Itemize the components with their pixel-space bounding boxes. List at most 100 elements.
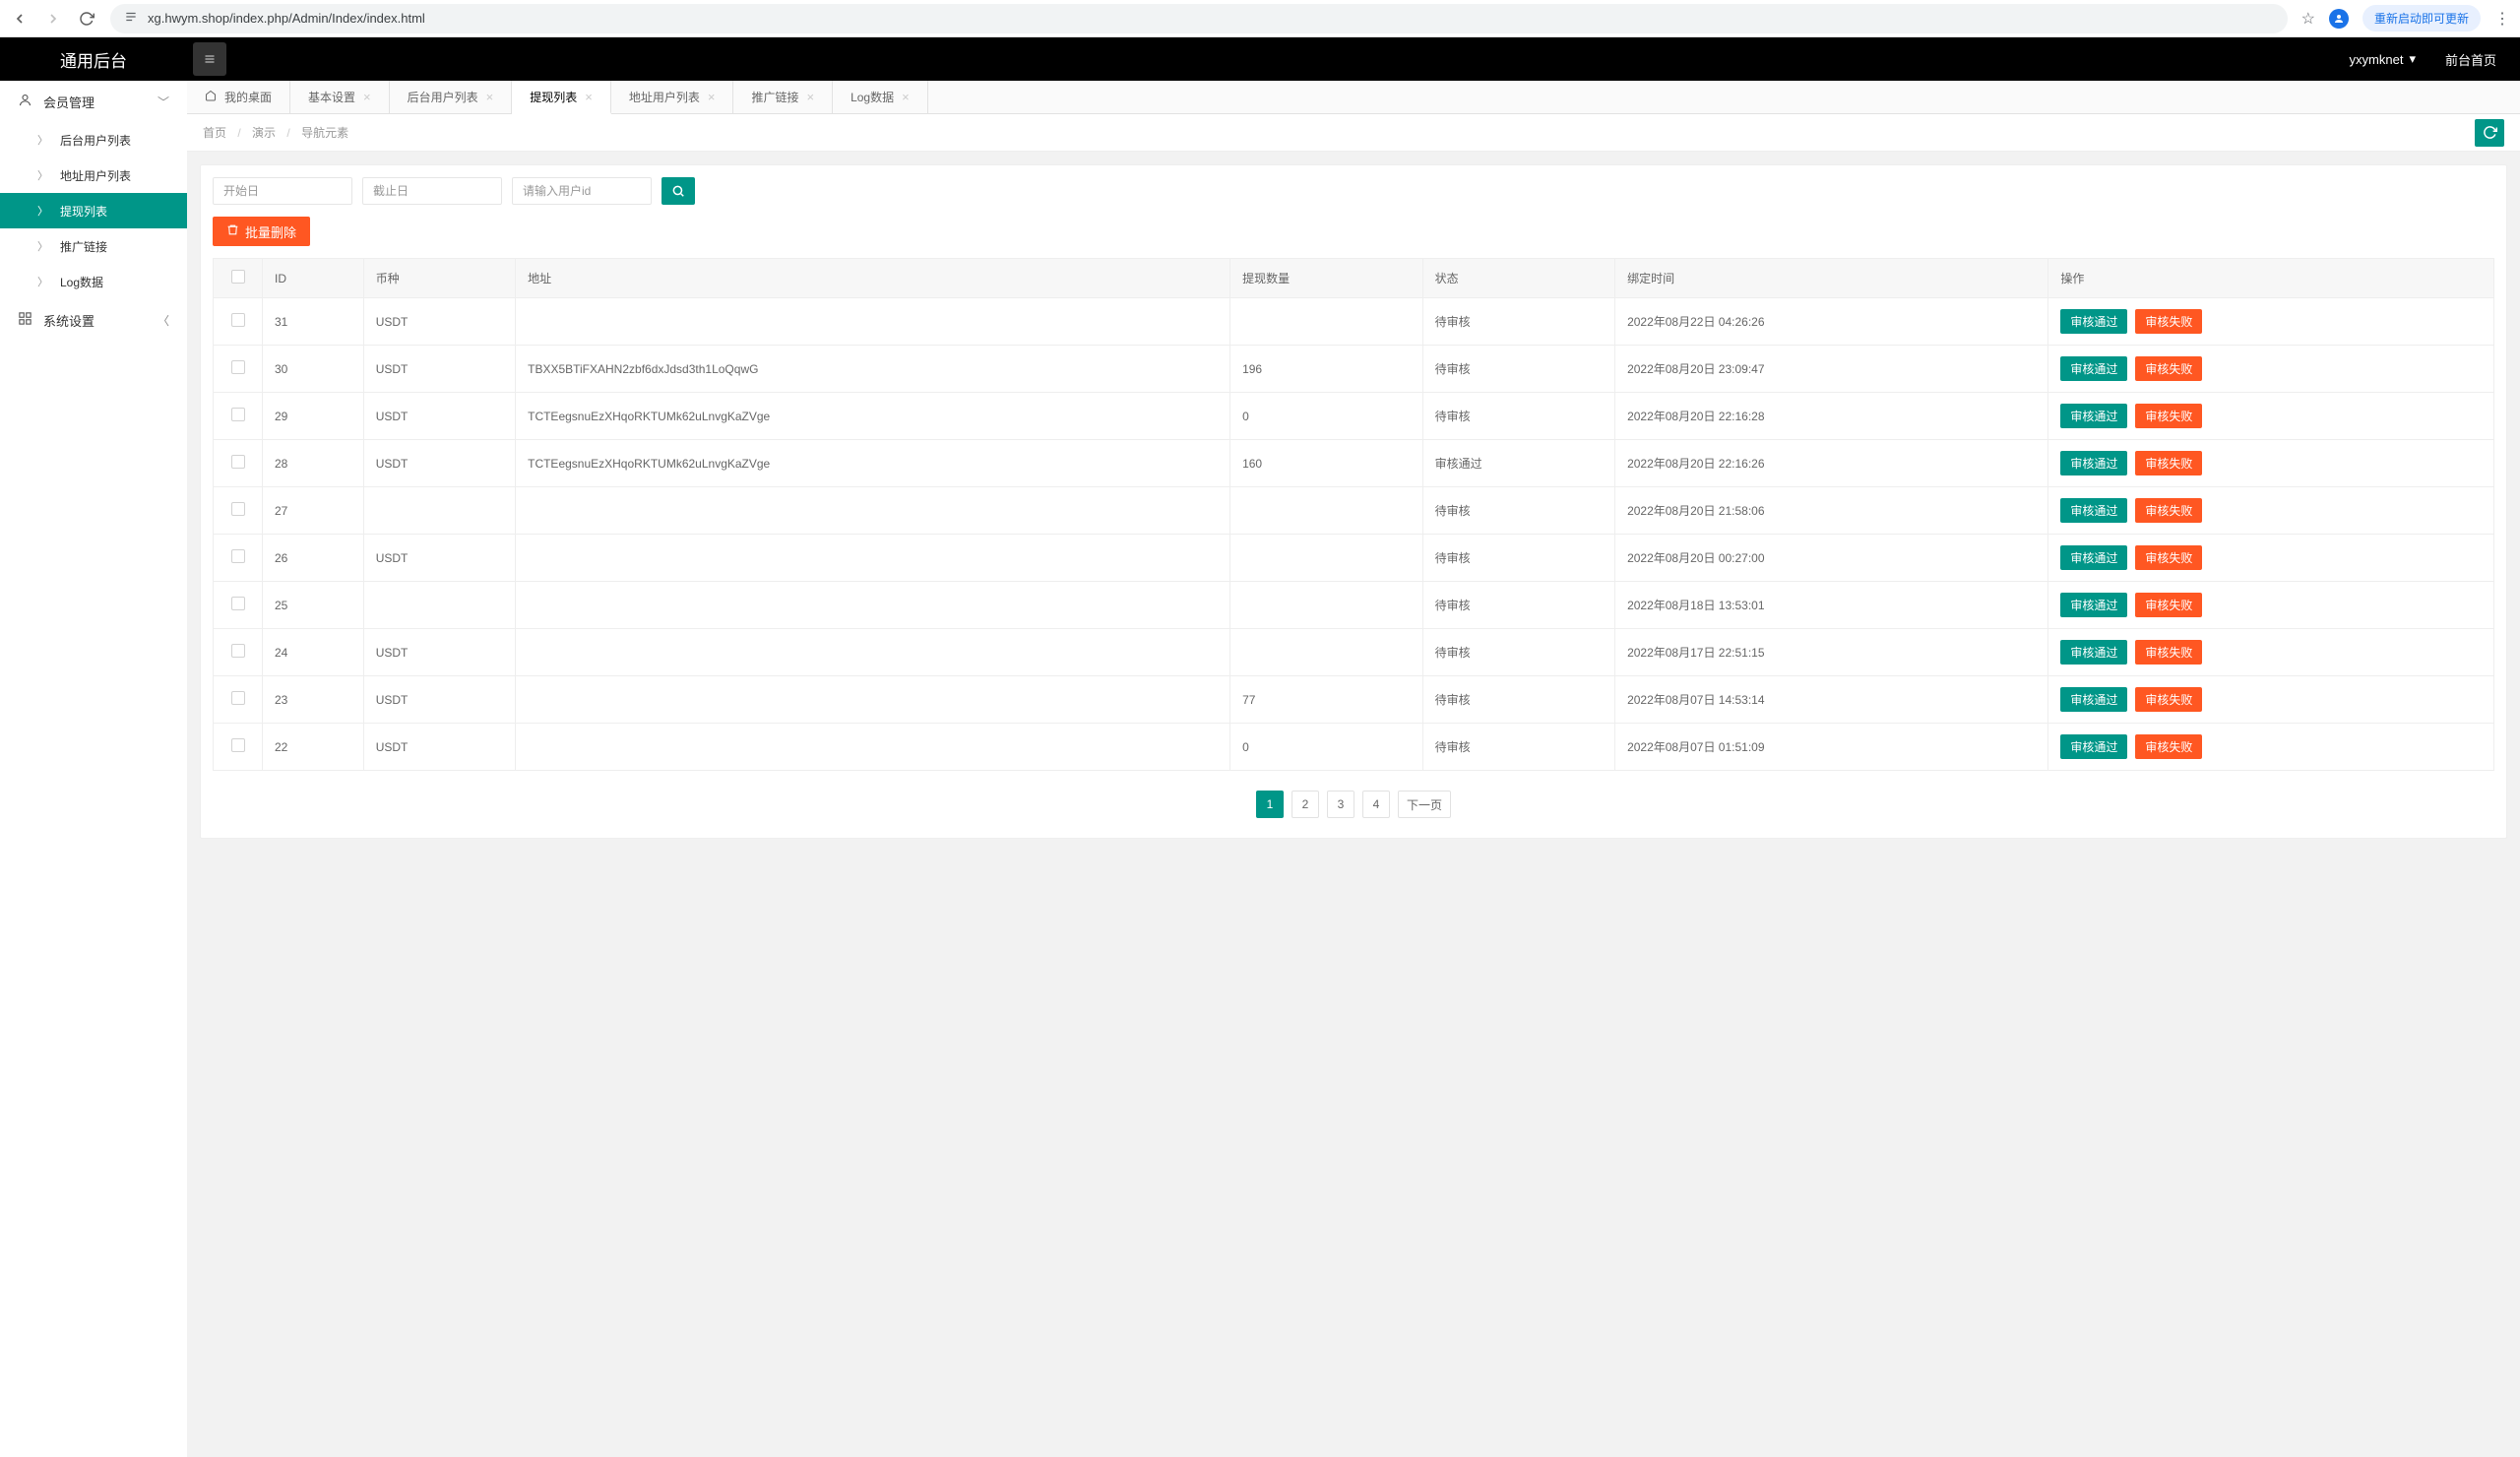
col-addr: 地址 bbox=[516, 259, 1230, 298]
approve-button[interactable]: 审核通过 bbox=[2060, 498, 2127, 523]
sidebar-group-system[interactable]: 系统设置 〈 bbox=[0, 299, 187, 341]
back-button[interactable] bbox=[10, 9, 30, 29]
sidebar-group-member[interactable]: 会员管理 ﹀ bbox=[0, 81, 187, 122]
reject-button[interactable]: 审核失败 bbox=[2135, 734, 2202, 759]
crumb-item[interactable]: 演示 bbox=[252, 126, 276, 140]
kebab-menu-icon[interactable]: ⋮ bbox=[2494, 9, 2510, 29]
tab[interactable]: 地址用户列表× bbox=[611, 81, 734, 113]
tab[interactable]: 我的桌面 bbox=[187, 81, 290, 113]
tab[interactable]: 推广链接 × bbox=[733, 81, 833, 113]
page-button[interactable]: 1 bbox=[1256, 791, 1284, 818]
chevron-right-icon: 〉 bbox=[37, 167, 48, 183]
refresh-button[interactable] bbox=[2475, 119, 2504, 147]
table-row: 26USDT待审核2022年08月20日 00:27:00审核通过审核失败 bbox=[214, 535, 2494, 582]
search-button[interactable] bbox=[662, 177, 695, 205]
cell-coin bbox=[363, 487, 515, 535]
reject-button[interactable]: 审核失败 bbox=[2135, 640, 2202, 665]
page-button[interactable]: 4 bbox=[1362, 791, 1390, 818]
table-row: 25待审核2022年08月18日 13:53:01审核通过审核失败 bbox=[214, 582, 2494, 629]
tab-label: Log数据 bbox=[850, 89, 894, 105]
chevron-right-icon: 〉 bbox=[37, 238, 48, 254]
close-icon[interactable]: × bbox=[363, 90, 371, 104]
row-checkbox[interactable] bbox=[231, 455, 245, 469]
sidebar-item[interactable]: 〉提现列表 bbox=[0, 193, 187, 228]
sidebar-item[interactable]: 〉地址用户列表 bbox=[0, 158, 187, 193]
row-checkbox[interactable] bbox=[231, 408, 245, 421]
reject-button[interactable]: 审核失败 bbox=[2135, 356, 2202, 381]
page-button[interactable]: 3 bbox=[1327, 791, 1354, 818]
batch-delete-button[interactable]: 批量删除 bbox=[213, 217, 310, 246]
approve-button[interactable]: 审核通过 bbox=[2060, 640, 2127, 665]
cell-time: 2022年08月20日 22:16:26 bbox=[1615, 440, 2048, 487]
row-checkbox[interactable] bbox=[231, 502, 245, 516]
url-text: xg.hwym.shop/index.php/Admin/Index/index… bbox=[148, 11, 425, 26]
tab-label: 后台用户列表 bbox=[408, 89, 478, 105]
table-row: 23USDT77待审核2022年08月07日 14:53:14审核通过审核失败 bbox=[214, 676, 2494, 724]
reject-button[interactable]: 审核失败 bbox=[2135, 593, 2202, 617]
sidebar-item[interactable]: 〉后台用户列表 bbox=[0, 122, 187, 158]
tab[interactable]: 基本设置× bbox=[290, 81, 390, 113]
chevron-left-icon: 〈 bbox=[158, 312, 169, 329]
browser-chrome: xg.hwym.shop/index.php/Admin/Index/index… bbox=[0, 0, 2520, 37]
tab[interactable]: 后台用户列表 × bbox=[390, 81, 513, 113]
reject-button[interactable]: 审核失败 bbox=[2135, 309, 2202, 334]
cell-status: 待审核 bbox=[1422, 346, 1615, 393]
approve-button[interactable]: 审核通过 bbox=[2060, 687, 2127, 712]
reject-button[interactable]: 审核失败 bbox=[2135, 545, 2202, 570]
close-icon[interactable]: × bbox=[486, 90, 494, 104]
approve-button[interactable]: 审核通过 bbox=[2060, 356, 2127, 381]
approve-button[interactable]: 审核通过 bbox=[2060, 309, 2127, 334]
reload-button[interactable] bbox=[77, 9, 96, 29]
row-checkbox[interactable] bbox=[231, 313, 245, 327]
site-info-icon[interactable] bbox=[124, 10, 138, 27]
sidebar-toggle[interactable] bbox=[193, 42, 226, 76]
forward-button[interactable] bbox=[43, 9, 63, 29]
tab-label: 推广链接 bbox=[751, 89, 798, 105]
approve-button[interactable]: 审核通过 bbox=[2060, 734, 2127, 759]
page-button[interactable]: 2 bbox=[1292, 791, 1319, 818]
tab[interactable]: Log数据 × bbox=[833, 81, 928, 113]
crumb-item[interactable]: 首页 bbox=[203, 126, 226, 140]
cell-id: 22 bbox=[263, 724, 364, 771]
sidebar-item[interactable]: 〉Log数据 bbox=[0, 264, 187, 299]
tab-bar: 我的桌面基本设置×后台用户列表×提现列表×地址用户列表×推广链接×Log数据× bbox=[187, 81, 2520, 114]
approve-button[interactable]: 审核通过 bbox=[2060, 404, 2127, 428]
cell-qty bbox=[1230, 298, 1423, 346]
close-icon[interactable]: × bbox=[585, 90, 593, 104]
user-dropdown[interactable]: yxymknet ▾ bbox=[2350, 51, 2416, 67]
update-pill[interactable]: 重新启动即可更新 bbox=[2362, 5, 2481, 32]
approve-button[interactable]: 审核通过 bbox=[2060, 451, 2127, 475]
reject-button[interactable]: 审核失败 bbox=[2135, 687, 2202, 712]
end-date-input[interactable] bbox=[362, 177, 502, 205]
row-checkbox[interactable] bbox=[231, 691, 245, 705]
select-all-checkbox[interactable] bbox=[231, 270, 245, 284]
reject-button[interactable]: 审核失败 bbox=[2135, 498, 2202, 523]
tab[interactable]: 提现列表× bbox=[512, 81, 611, 114]
close-icon[interactable]: × bbox=[902, 90, 910, 104]
cell-time: 2022年08月07日 14:53:14 bbox=[1615, 676, 2048, 724]
close-icon[interactable]: × bbox=[708, 90, 716, 104]
bookmark-icon[interactable]: ☆ bbox=[2301, 9, 2315, 29]
profile-icon[interactable] bbox=[2329, 9, 2349, 29]
sidebar-group-label: 系统设置 bbox=[43, 311, 94, 330]
cell-id: 24 bbox=[263, 629, 364, 676]
user-id-input[interactable] bbox=[512, 177, 652, 205]
reject-button[interactable]: 审核失败 bbox=[2135, 404, 2202, 428]
cell-time: 2022年08月18日 13:53:01 bbox=[1615, 582, 2048, 629]
front-home-link[interactable]: 前台首页 bbox=[2445, 50, 2496, 69]
row-checkbox[interactable] bbox=[231, 644, 245, 658]
row-checkbox[interactable] bbox=[231, 597, 245, 610]
approve-button[interactable]: 审核通过 bbox=[2060, 545, 2127, 570]
start-date-input[interactable] bbox=[213, 177, 352, 205]
sidebar-item[interactable]: 〉推广链接 bbox=[0, 228, 187, 264]
url-bar[interactable]: xg.hwym.shop/index.php/Admin/Index/index… bbox=[110, 4, 2288, 33]
app-header: 通用后台 yxymknet ▾ 前台首页 bbox=[0, 37, 2520, 81]
next-page-button[interactable]: 下一页 bbox=[1398, 791, 1451, 818]
close-icon[interactable]: × bbox=[806, 90, 814, 104]
approve-button[interactable]: 审核通过 bbox=[2060, 593, 2127, 617]
row-checkbox[interactable] bbox=[231, 549, 245, 563]
cell-coin: USDT bbox=[363, 298, 515, 346]
row-checkbox[interactable] bbox=[231, 360, 245, 374]
row-checkbox[interactable] bbox=[231, 738, 245, 752]
reject-button[interactable]: 审核失败 bbox=[2135, 451, 2202, 475]
